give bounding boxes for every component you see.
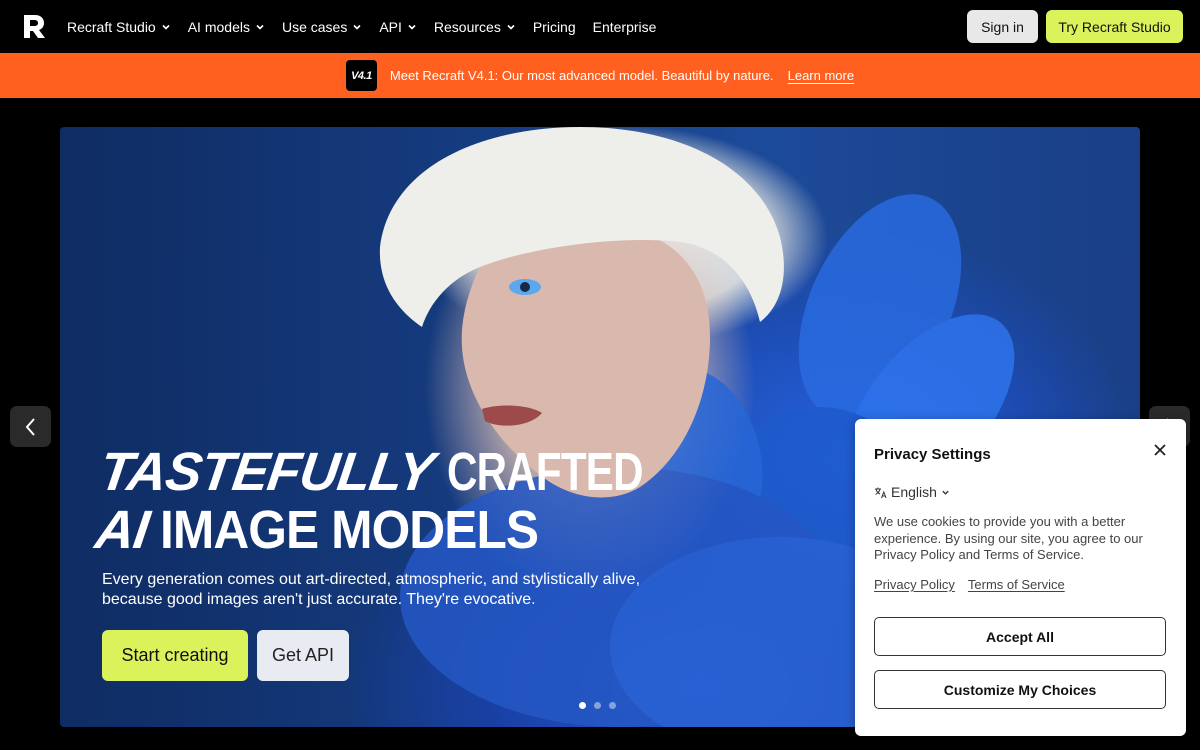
translate-icon xyxy=(875,487,887,498)
chevron-down-icon xyxy=(353,24,361,30)
sign-in-button[interactable]: Sign in xyxy=(967,10,1038,43)
learn-more-link[interactable]: Learn more xyxy=(788,68,854,83)
menu-item-label: Recraft Studio xyxy=(67,18,156,35)
menu-item-label: AI models xyxy=(187,18,250,35)
accept-all-button[interactable]: Accept All xyxy=(874,617,1166,656)
menu-item-use-cases[interactable]: Use cases xyxy=(282,19,362,35)
v41-badge: V4.1 xyxy=(345,60,377,91)
headline-word-crafted: CRAFTED xyxy=(446,442,644,502)
menu-item-recraft-studio[interactable]: Recraft Studio xyxy=(67,19,171,35)
close-icon[interactable] xyxy=(1151,441,1169,459)
menu-item-api[interactable]: API xyxy=(379,19,417,35)
chevron-down-icon xyxy=(507,24,515,30)
privacy-policy-link[interactable]: Privacy Policy xyxy=(874,577,955,592)
menu-item-ai-models[interactable]: AI models xyxy=(188,19,265,35)
headline-word-image-models: IMAGE MODELS xyxy=(160,500,539,560)
chevron-left-icon xyxy=(25,417,35,436)
banner-text: Meet Recraft V4.1: Our most advanced mod… xyxy=(389,68,774,83)
chevron-down-icon xyxy=(256,24,264,30)
menu-item-label: Pricing xyxy=(532,18,576,35)
get-api-button[interactable]: Get API xyxy=(257,630,349,681)
start-creating-button[interactable]: Start creating xyxy=(102,630,248,681)
privacy-description: We use cookies to provide you with a bet… xyxy=(874,514,1143,562)
menu-item-resources[interactable]: Resources xyxy=(434,19,516,35)
language-label: English xyxy=(891,484,937,500)
privacy-dialog-title: Privacy Settings xyxy=(874,446,991,463)
menu-item-label: Enterprise xyxy=(592,18,657,35)
top-navigation: Recraft Studio AI models Use cases API R… xyxy=(0,0,1200,53)
announcement-banner: V4.1 Meet Recraft V4.1: Our most advance… xyxy=(0,53,1200,98)
main-menu: Recraft Studio AI models Use cases API R… xyxy=(67,0,673,53)
hero-headline: TASTEFULLY CRAFTED AI IMAGE MODELS xyxy=(92,442,698,560)
headline-word-tastefully: TASTEFULLY xyxy=(95,442,438,502)
terms-of-service-link[interactable]: Terms of Service xyxy=(968,577,1065,592)
customize-choices-button[interactable]: Customize My Choices xyxy=(874,670,1166,709)
privacy-settings-dialog: Privacy Settings English We use cookies … xyxy=(855,419,1186,736)
menu-item-label: Resources xyxy=(433,18,501,35)
chevron-down-icon xyxy=(408,24,416,30)
carousel-indicators xyxy=(579,702,616,709)
menu-item-label: API xyxy=(379,18,402,35)
hero-subtitle: Every generation comes out art-directed,… xyxy=(102,571,641,608)
menu-item-enterprise[interactable]: Enterprise xyxy=(593,19,657,35)
chevron-down-icon xyxy=(942,490,949,495)
chevron-down-icon xyxy=(162,24,170,30)
carousel-dot[interactable] xyxy=(579,702,586,709)
carousel-dot[interactable] xyxy=(594,702,601,709)
privacy-links: Privacy Policy Terms of Service xyxy=(874,577,1065,592)
carousel-prev-button[interactable] xyxy=(10,406,51,447)
language-selector[interactable]: English xyxy=(874,484,950,500)
try-recraft-studio-button[interactable]: Try Recraft Studio xyxy=(1046,10,1183,43)
headline-word-ai: AI xyxy=(91,500,153,560)
menu-item-label: Use cases xyxy=(281,18,348,35)
recraft-logo-icon[interactable] xyxy=(21,13,47,39)
menu-item-pricing[interactable]: Pricing xyxy=(533,19,576,35)
carousel-dot[interactable] xyxy=(609,702,616,709)
